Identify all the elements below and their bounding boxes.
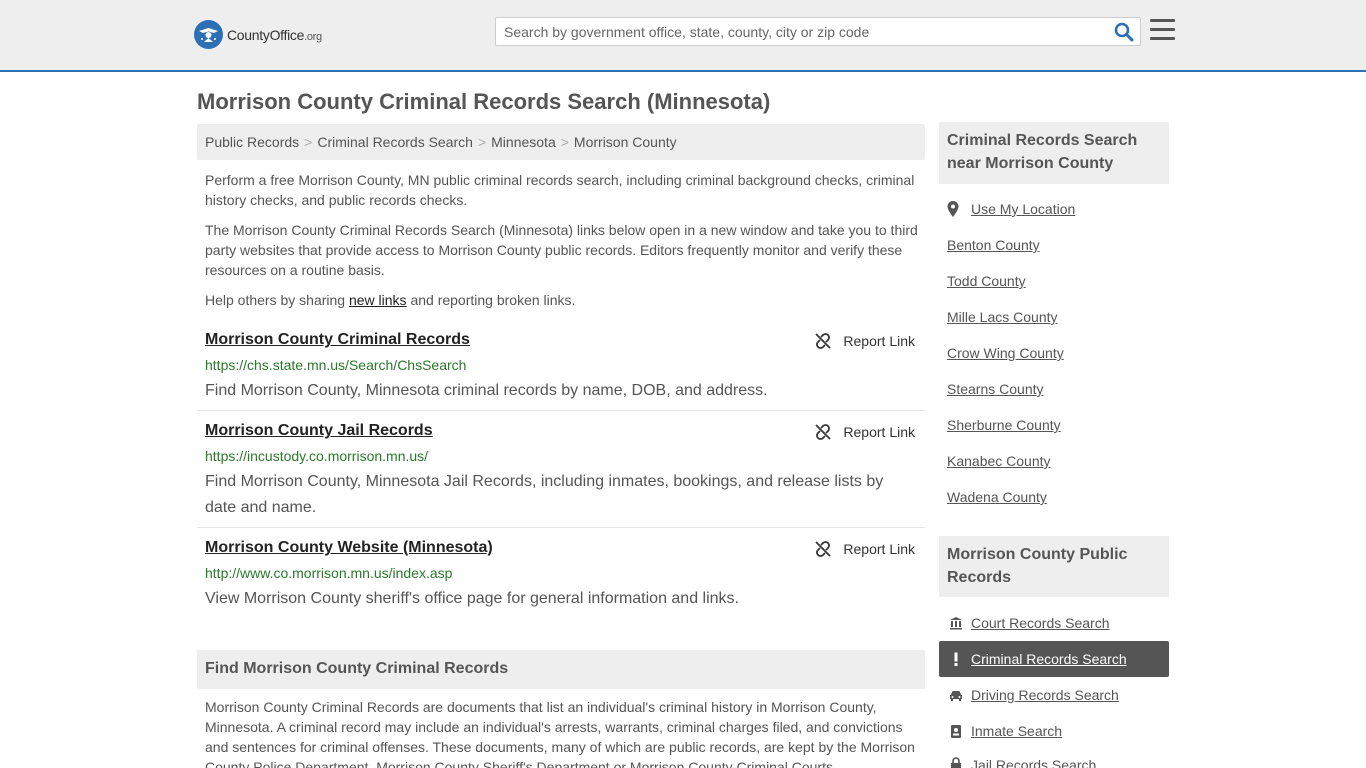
report-text: and reporting broken links. xyxy=(406,292,576,308)
nearby-section-title: Criminal Records Search near Morrison Co… xyxy=(939,122,1169,184)
sidebar-item-driving-records[interactable]: Driving Records Search xyxy=(939,677,1169,713)
hamburger-bar xyxy=(1150,37,1175,40)
breadcrumb-criminal-records-search[interactable]: Criminal Records Search xyxy=(317,134,473,150)
find-section-body: Morrison County Criminal Records are doc… xyxy=(205,699,915,768)
id-badge-icon xyxy=(949,724,963,738)
sidebar-item-inmate-search[interactable]: Inmate Search xyxy=(939,713,1169,749)
record-description: Find Morrison County, Minnesota Jail Rec… xyxy=(205,473,884,516)
sidebar-item-label[interactable]: Jail Records Search xyxy=(971,757,1096,768)
sidebar-item-jail-records[interactable]: Jail Records Search xyxy=(939,749,1169,768)
exclamation-icon xyxy=(949,652,963,666)
search-icon xyxy=(1114,22,1134,42)
nearby-county-link[interactable]: Kanabec County xyxy=(947,453,1051,469)
nearby-county-link[interactable]: Crow Wing County xyxy=(947,345,1064,361)
search-box xyxy=(495,17,1141,46)
page-title: Morrison County Criminal Records Search … xyxy=(197,89,771,114)
report-link-label: Report Link xyxy=(843,424,915,440)
use-location-row[interactable]: Use My Location xyxy=(947,201,1075,217)
public-records-section-title: Morrison County Public Records xyxy=(939,536,1169,597)
breadcrumb-minnesota[interactable]: Minnesota xyxy=(491,134,556,150)
site-header: CountyOffice.org xyxy=(0,0,1366,72)
courthouse-icon xyxy=(949,616,963,630)
eagle-seal-icon xyxy=(194,20,223,49)
record-description: Find Morrison County, Minnesota criminal… xyxy=(205,382,768,399)
use-my-location-link[interactable]: Use My Location xyxy=(971,201,1075,217)
report-link-button[interactable]: Report Link xyxy=(815,541,915,557)
breadcrumb-morrison-county: Morrison County xyxy=(573,134,677,150)
hamburger-bar xyxy=(1150,28,1175,31)
nearby-county-link[interactable]: Benton County xyxy=(947,237,1040,253)
map-pin-icon xyxy=(947,201,959,217)
record-description: View Morrison County sheriff's office pa… xyxy=(205,590,739,607)
site-logo[interactable]: CountyOffice.org xyxy=(194,20,322,49)
new-links-link[interactable]: new links xyxy=(349,292,407,308)
car-icon xyxy=(949,688,963,702)
record-item: Morrison County Website (Minnesota) Repo… xyxy=(197,539,925,619)
record-item: Morrison County Criminal Records Report … xyxy=(197,331,925,411)
nearby-county-link[interactable]: Wadena County xyxy=(947,489,1047,505)
record-url: https://incustody.co.morrison.mn.us/ xyxy=(205,448,429,464)
intro-paragraph-1: Perform a free Morrison County, MN publi… xyxy=(205,172,915,208)
record-url: https://chs.state.mn.us/Search/ChsSearch xyxy=(205,357,467,373)
intro-paragraph-2: The Morrison County Criminal Records Sea… xyxy=(205,222,918,278)
breadcrumb-separator: > xyxy=(304,134,313,150)
record-item: Morrison County Jail Records Report Link… xyxy=(197,422,925,528)
lock-icon xyxy=(949,757,963,768)
nearby-county-link[interactable]: Sherburne County xyxy=(947,417,1061,433)
sidebar-item-court-records[interactable]: Court Records Search xyxy=(939,605,1169,641)
record-title-link[interactable]: Morrison County Website (Minnesota) xyxy=(205,539,493,557)
hamburger-bar xyxy=(1150,19,1175,22)
share-text: Help others by sharing xyxy=(205,292,349,308)
report-link-button[interactable]: Report Link xyxy=(815,424,915,440)
sidebar-item-label[interactable]: Inmate Search xyxy=(971,723,1062,739)
breadcrumb-separator: > xyxy=(477,134,487,150)
breadcrumb: Public Records > Criminal Records Search > M… xyxy=(197,124,925,160)
breadcrumb-separator: > xyxy=(560,134,569,150)
sidebar-item-label[interactable]: Court Records Search xyxy=(971,615,1110,631)
sidebar-item-label[interactable]: Criminal Records Search xyxy=(971,651,1127,667)
broken-link-icon xyxy=(815,424,832,440)
record-url: http://www.co.morrison.mn.us/index.asp xyxy=(205,565,453,581)
find-section-title: Find Morrison County Criminal Records xyxy=(197,650,925,689)
nearby-county-link[interactable]: Mille Lacs County xyxy=(947,309,1058,325)
sidebar-item-criminal-records[interactable]: Criminal Records Search xyxy=(939,641,1169,677)
logo-tld: .org xyxy=(304,30,322,43)
logo-text: CountyOffice.org xyxy=(227,27,322,43)
search-button[interactable] xyxy=(1114,22,1134,42)
report-link-label: Report Link xyxy=(843,333,915,349)
menu-button[interactable] xyxy=(1150,19,1175,41)
intro-paragraph-3: Help others by sharing new links and rep… xyxy=(205,290,920,310)
logo-name-part2: Office xyxy=(269,26,305,43)
breadcrumb-public-records[interactable]: Public Records xyxy=(205,134,299,150)
logo-name-part1: County xyxy=(227,26,270,43)
report-link-label: Report Link xyxy=(843,541,915,557)
broken-link-icon xyxy=(815,333,832,349)
broken-link-icon xyxy=(815,541,832,557)
nearby-county-link[interactable]: Todd County xyxy=(947,273,1026,289)
report-link-button[interactable]: Report Link xyxy=(815,333,915,349)
record-title-link[interactable]: Morrison County Jail Records xyxy=(205,422,433,440)
nearby-county-link[interactable]: Stearns County xyxy=(947,381,1044,397)
search-input[interactable] xyxy=(496,18,1106,45)
sidebar-item-label[interactable]: Driving Records Search xyxy=(971,687,1119,703)
record-title-link[interactable]: Morrison County Criminal Records xyxy=(205,331,470,349)
